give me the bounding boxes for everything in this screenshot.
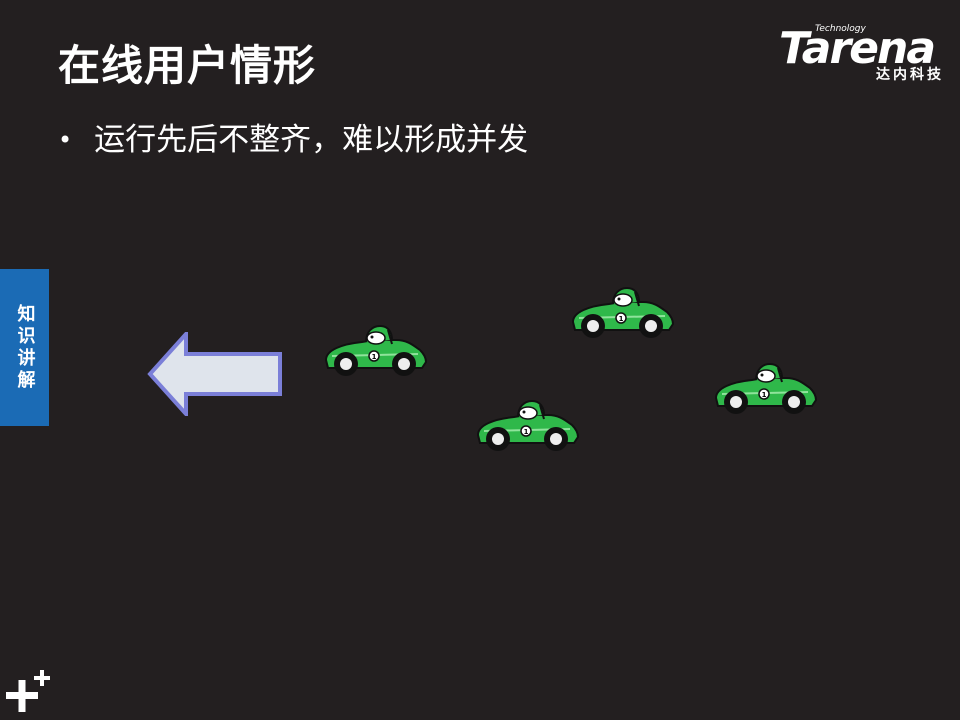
side-tab-label: 知识讲解 [14,303,36,392]
race-car-icon: 1 [715,363,817,415]
car-number: 1 [619,315,624,323]
bullet-text: 运行先后不整齐，难以形成并发 [94,122,529,158]
logo-cn: 达内科技 [876,67,944,83]
race-car-icon: 1 [325,325,427,377]
logo-tech: Technology [815,24,866,34]
slide-title: 在线用户情形 [58,41,317,90]
side-tab: 知识讲解 [0,269,49,426]
bullet-list: • 运行先后不整齐，难以形成并发 [58,118,528,162]
car-number: 1 [524,428,529,436]
left-arrow-icon [147,332,282,416]
bullet-item: • 运行先后不整齐，难以形成并发 [58,118,528,162]
plus-icon [6,670,50,712]
car-number: 1 [762,391,767,399]
tarena-logo: Tarena Technology 达内科技 [779,22,944,84]
car-number: 1 [372,353,377,361]
bullet-dot: • [58,126,73,154]
race-car-icon: 1 [477,400,579,452]
race-car-icon: 1 [572,287,674,339]
